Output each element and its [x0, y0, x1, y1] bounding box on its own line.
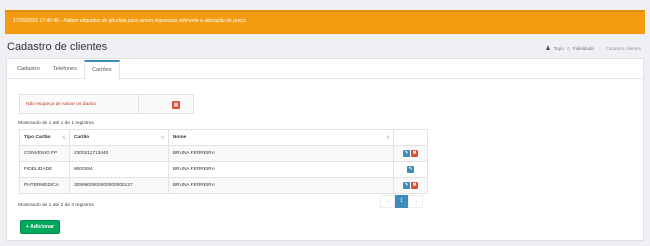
tab-cadastro[interactable]: Cadastro — [10, 60, 47, 79]
save-warning: Não esqueça de salvar os dados ▦ — [19, 94, 194, 114]
breadcrumb-separator: › — [598, 46, 601, 51]
page-title: Cadastro de clientes — [7, 41, 108, 53]
cell-actions: ✎ ✖ — [393, 145, 428, 162]
cell-cartao: 2300211713440 — [68, 145, 169, 162]
cell-actions: ✎ ✖ — [393, 177, 428, 194]
column-header-nome[interactable]: Nome ⇅ — [167, 129, 395, 146]
add-button[interactable]: + Adicionar — [20, 220, 60, 234]
cell-nome: BRUNA FERREIRA — [167, 145, 395, 162]
cell-tipo: CONVENIO FP — [19, 145, 70, 162]
tab-cartoes[interactable]: Cartões — [84, 60, 120, 80]
save-warning-message: Não esqueça de salvar os dados — [26, 102, 96, 107]
notice-text: 17/05/2022 17:46:46 - Faltam etiquetas d… — [13, 18, 248, 24]
column-header-actions — [393, 129, 428, 146]
tab-bar: Cadastro Telefones Cartões — [8, 60, 642, 80]
notice-bar: 17/05/2022 17:46:46 - Faltam etiquetas d… — [5, 10, 645, 34]
pagination-prev[interactable]: ← — [380, 195, 395, 208]
cell-tipo: PHTERMEDICA — [19, 177, 70, 194]
edit-icon[interactable]: ✎ — [407, 166, 415, 173]
user-icon: ♟ — [545, 46, 551, 52]
table-info-bottom: Mostrando de 1 até 3 de 3 registros — [18, 203, 94, 208]
table-row: FIDELIDADE 9000284 BRUNA FERREIRA ✎ — [19, 161, 428, 178]
cell-cartao: 9000284 — [68, 161, 169, 178]
table-row: CONVENIO FP 2300211713440 BRUNA FERREIRA… — [19, 145, 428, 162]
file-pdf-icon[interactable]: ▦ — [172, 101, 180, 109]
edit-icon[interactable]: ✎ — [403, 182, 411, 189]
cell-tipo: FIDELIDADE — [19, 161, 70, 178]
pagination-next[interactable]: → — [408, 195, 423, 208]
sort-icon: ⇅ — [385, 135, 391, 141]
delete-icon[interactable]: ✖ — [411, 182, 419, 189]
column-header-cartao[interactable]: Cartão ⇅ — [68, 129, 169, 146]
edit-icon[interactable]: ✎ — [403, 150, 411, 157]
table-header-row: Tipo Cartão ⇅ Cartão ⇅ Nome ⇅ — [19, 129, 428, 146]
breadcrumb-section[interactable]: Fidelidade — [573, 46, 594, 51]
content-box: Cadastro Telefones Cartões Não esqueça d… — [6, 58, 644, 241]
cell-actions: ✎ — [393, 161, 428, 178]
table-info-top: Mostrando de 1 até 1 de 1 registros — [18, 121, 94, 126]
sort-icon: ⇅ — [160, 135, 165, 141]
warning-divider — [138, 95, 139, 113]
breadcrumb-current: Cadastro clientes — [605, 46, 642, 51]
table-row: PHTERMEDICA 3099900000000000000127 BRUNA… — [19, 177, 428, 194]
delete-icon[interactable]: ✖ — [411, 150, 419, 157]
pagination: ← 1 → — [380, 195, 423, 208]
page: 17/05/2022 17:46:46 - Faltam etiquetas d… — [3, 3, 647, 243]
cell-nome: BRUNA FERREIRA — [167, 161, 395, 178]
column-header-tipo[interactable]: Tipo Cartão ⇅ — [19, 129, 70, 146]
cards-table: Tipo Cartão ⇅ Cartão ⇅ Nome ⇅ CONVENIO FP 2… — [19, 129, 428, 194]
breadcrumb: ♟ Topo ○ Fidelidade › Cadastro clientes — [545, 45, 642, 53]
tab-telefones[interactable]: Telefones — [46, 60, 84, 79]
cell-nome: BRUNA FERREIRA — [167, 177, 395, 194]
circle-icon: ○ — [566, 45, 570, 52]
breadcrumb-home[interactable]: Topo — [554, 46, 564, 51]
cell-cartao: 3099900000000000000127 — [68, 177, 169, 194]
pagination-page[interactable]: 1 — [395, 195, 408, 208]
sort-icon: ⇅ — [61, 135, 66, 141]
